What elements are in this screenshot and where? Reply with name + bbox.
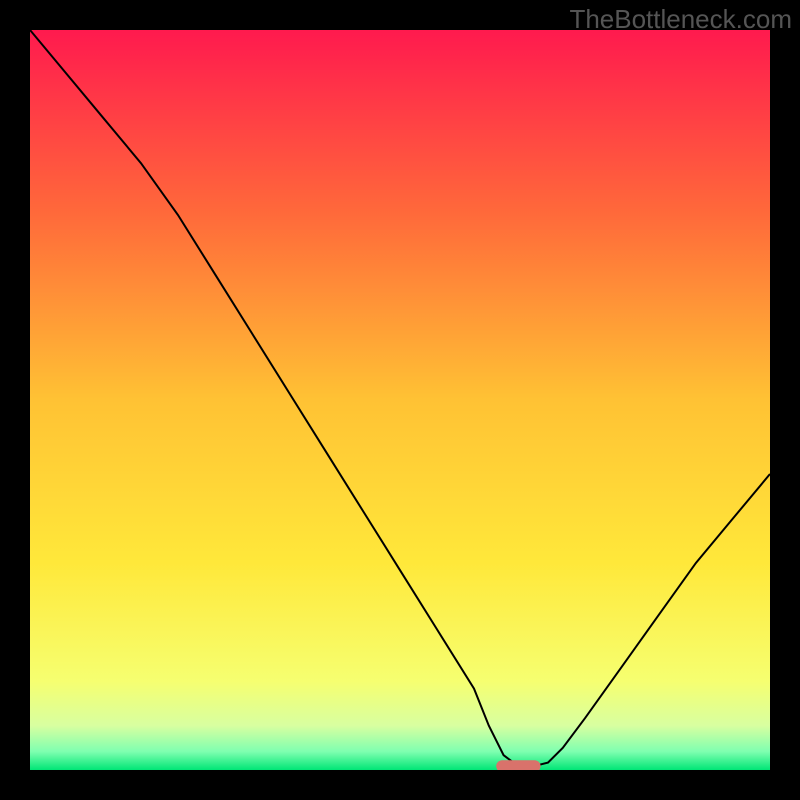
optimal-marker: [496, 760, 540, 770]
watermark-text: TheBottleneck.com: [569, 4, 792, 35]
bottleneck-chart: [30, 30, 770, 770]
gradient-background: [30, 30, 770, 770]
plot-area: [30, 30, 770, 770]
chart-container: TheBottleneck.com: [0, 0, 800, 800]
